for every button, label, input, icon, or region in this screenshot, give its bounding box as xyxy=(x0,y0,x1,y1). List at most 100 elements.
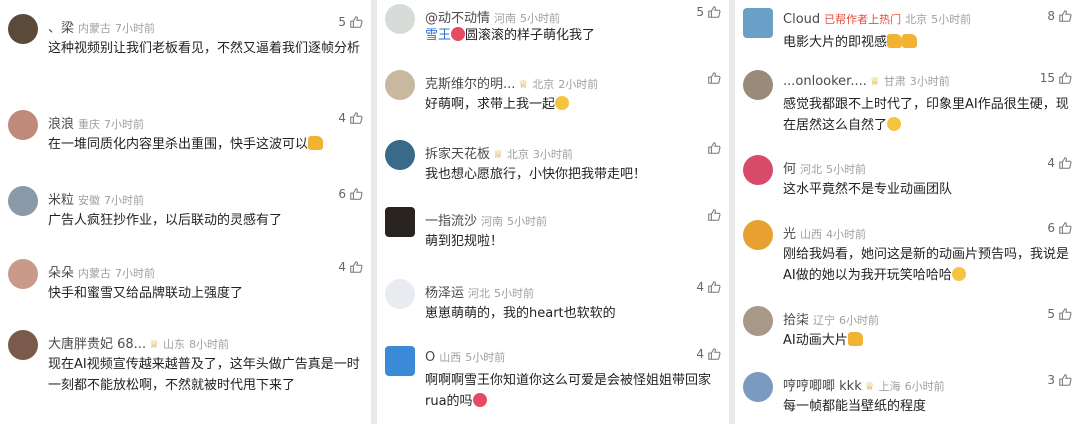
thumb-up-outline-icon xyxy=(350,188,363,200)
commenter-name[interactable]: 米粒 xyxy=(48,193,74,208)
thumb-up-outline-icon xyxy=(1059,157,1072,169)
comment-time: 5小时前 xyxy=(507,215,548,228)
like-count: 6 xyxy=(1047,221,1055,235)
avatar[interactable] xyxy=(8,110,38,140)
commenter-name[interactable]: 朵朵 xyxy=(48,266,74,281)
avatar[interactable] xyxy=(743,372,773,402)
avatar[interactable] xyxy=(743,306,773,336)
like-button[interactable]: 4 xyxy=(338,260,363,274)
like-button[interactable] xyxy=(707,71,721,85)
avatar[interactable] xyxy=(385,279,415,309)
comment-location: 甘肃 xyxy=(883,75,906,88)
commenter-name[interactable]: 拆家天花板 xyxy=(425,147,490,162)
like-count: 4 xyxy=(338,111,346,125)
comment-time: 7小时前 xyxy=(104,194,145,207)
comment-location: 北京 xyxy=(905,13,928,26)
like-count: 6 xyxy=(338,187,346,201)
like-button[interactable]: 5 xyxy=(696,5,721,19)
commenter-name[interactable]: 哼哼唧唧 kkk xyxy=(783,379,862,394)
thumb-up-outline-icon xyxy=(350,16,363,28)
commenter-name[interactable]: 光 xyxy=(783,227,796,242)
commenter-name[interactable]: Cloud xyxy=(783,12,820,27)
like-button[interactable]: 15 xyxy=(1040,71,1072,85)
comment-location: 北京 xyxy=(532,78,555,91)
thumbs-up-emoji-icon xyxy=(308,136,324,150)
comment-location: 河南 xyxy=(494,12,517,25)
commenter-name[interactable]: 拾柒 xyxy=(783,313,809,328)
like-count: 3 xyxy=(1047,373,1055,387)
avatar[interactable] xyxy=(8,330,38,360)
avatar[interactable] xyxy=(8,186,38,216)
comment-time: 8小时前 xyxy=(188,338,229,351)
thumb-up-outline-icon xyxy=(708,72,721,84)
comment-text: 每一帧都能当壁纸的程度 xyxy=(783,399,927,414)
like-count: 15 xyxy=(1039,71,1055,85)
comment-time: 7小时前 xyxy=(115,267,156,280)
thumb-up-outline-icon xyxy=(708,142,721,154)
avatar[interactable] xyxy=(385,346,415,376)
vip-badge-icon: ♕ xyxy=(493,148,503,161)
avatar[interactable] xyxy=(385,140,415,170)
comment-text: 刚给我妈看，她问这是新的动画片预告吗，我说是AI做的她以为我开玩笑哈哈哈 xyxy=(783,247,1070,283)
commenter-name[interactable]: @动不动情 xyxy=(425,11,490,26)
comment-location: 辽宁 xyxy=(813,314,836,327)
avatar[interactable] xyxy=(385,70,415,100)
comment-location: 山西 xyxy=(439,351,462,364)
thumb-up-outline-icon xyxy=(1059,10,1072,22)
comment-text: AI动画大片 xyxy=(783,333,848,348)
like-button[interactable]: 6 xyxy=(338,187,363,201)
thumbs-up-emoji-icon xyxy=(902,34,918,48)
avatar[interactable] xyxy=(385,207,415,237)
like-button[interactable]: 5 xyxy=(338,15,363,29)
comment-time: 5小时前 xyxy=(494,287,535,300)
commenter-name[interactable]: 大唐胖贵妃 68... xyxy=(48,337,146,352)
thumb-up-outline-icon xyxy=(1059,72,1072,84)
like-count: 4 xyxy=(696,347,704,361)
avatar[interactable] xyxy=(743,70,773,100)
commenter-name[interactable]: 、梁 xyxy=(48,21,74,36)
avatar[interactable] xyxy=(8,14,38,44)
thumb-up-outline-icon xyxy=(350,112,363,124)
comment-text: 这水平竟然不是专业动画团队 xyxy=(783,182,953,197)
commenter-name[interactable]: 何 xyxy=(783,162,796,177)
like-count: 5 xyxy=(696,5,704,19)
avatar[interactable] xyxy=(743,220,773,250)
commenter-name[interactable]: ...onlooker.... xyxy=(783,74,867,89)
like-count: 8 xyxy=(1047,9,1055,23)
comment-text: 快手和蜜雪又给品牌联动上强度了 xyxy=(48,286,244,301)
comment-location: 北京 xyxy=(506,148,529,161)
comment-time: 6小时前 xyxy=(904,380,945,393)
commenter-name[interactable]: 杨泽运 xyxy=(425,286,464,301)
commenter-name[interactable]: 克斯维尔的明... xyxy=(425,77,515,92)
like-button[interactable]: 8 xyxy=(1047,9,1072,23)
like-button[interactable]: 4 xyxy=(696,347,721,361)
like-button[interactable]: 4 xyxy=(696,280,721,294)
thumb-up-outline-icon xyxy=(1059,374,1072,386)
like-button[interactable] xyxy=(707,141,721,155)
like-button[interactable]: 3 xyxy=(1047,373,1072,387)
commenter-name[interactable]: 浪浪 xyxy=(48,117,74,132)
like-button[interactable]: 4 xyxy=(1047,156,1072,170)
like-button[interactable] xyxy=(707,208,721,222)
comment-column-1: 、梁 内蒙古 7小时前 5 这种视频别让我们老板看见，不然又逼着我们逐帧分析 浪浪重… xyxy=(0,0,371,424)
avatar[interactable] xyxy=(8,259,38,289)
vip-badge-icon: ♕ xyxy=(864,380,875,393)
commenter-name[interactable]: O xyxy=(425,350,435,365)
comment-text: 广告人疯狂抄作业，以后联动的灵感有了 xyxy=(48,213,283,228)
avatar[interactable] xyxy=(743,8,773,38)
comment-column-2: @动不动情 河南 5小时前 5 雪王 圆滚滚的样子萌化我了 克斯维尔的明... ♕ 北京 2… xyxy=(377,0,729,424)
like-button[interactable]: 5 xyxy=(1047,307,1072,321)
thumbs-up-emoji-icon xyxy=(887,34,903,48)
hot-tag-badge: 已帮作者上热门 xyxy=(824,13,902,26)
comment-location: 河北 xyxy=(800,163,823,176)
avatar[interactable] xyxy=(743,155,773,185)
brand-mention-link[interactable]: 雪王 xyxy=(425,28,451,43)
commenter-name[interactable]: 一指流沙 xyxy=(425,214,477,229)
like-button[interactable]: 6 xyxy=(1047,221,1072,235)
avatar[interactable] xyxy=(385,4,415,34)
comment-location: 山东 xyxy=(162,338,185,351)
comment-text: 好萌啊，求带上我一起 xyxy=(425,97,556,112)
comment-text: 萌到犯规啦！ xyxy=(425,234,504,249)
comment-time: 5小时前 xyxy=(520,12,561,25)
like-button[interactable]: 4 xyxy=(338,111,363,125)
